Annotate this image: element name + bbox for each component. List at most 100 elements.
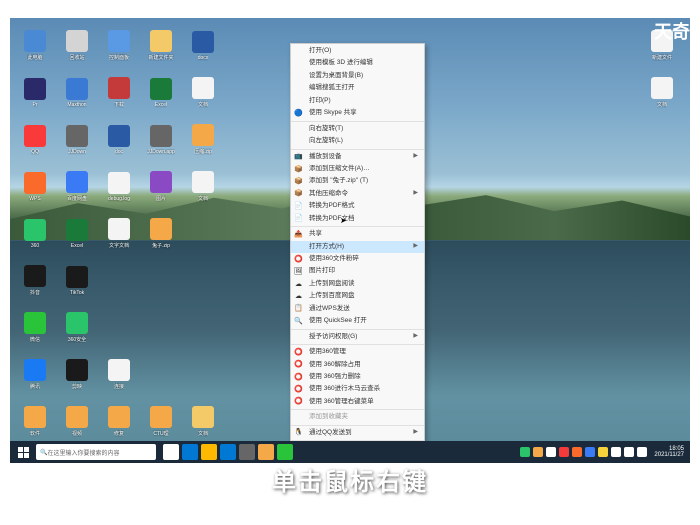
- desktop-icon[interactable]: [183, 258, 223, 303]
- taskbar-app[interactable]: [239, 444, 255, 460]
- desktop-icon[interactable]: 压缩.zip: [183, 117, 223, 162]
- menu-item[interactable]: 向右旋转(T): [291, 123, 424, 135]
- desktop-icon[interactable]: 360安全: [57, 305, 97, 350]
- tray-icon[interactable]: [585, 447, 595, 457]
- desktop-icon[interactable]: 文字文档: [99, 211, 139, 256]
- menu-item[interactable]: 🖼图片打印: [291, 265, 424, 277]
- desktop-icon[interactable]: 视频: [57, 399, 97, 444]
- menu-item[interactable]: 🐧通过QQ发送到▶: [291, 427, 424, 439]
- tray-icon[interactable]: [572, 447, 582, 457]
- taskbar-app[interactable]: [277, 444, 293, 460]
- desktop-icon[interactable]: QQ: [15, 117, 55, 162]
- desktop-icon[interactable]: doc: [99, 117, 139, 162]
- desktop-icon[interactable]: WPS: [15, 164, 55, 209]
- desktop-icon[interactable]: [141, 258, 181, 303]
- menu-item[interactable]: 📦添加到 "兔子.zip" (T): [291, 175, 424, 187]
- desktop-icon[interactable]: 文档: [183, 399, 223, 444]
- menu-item[interactable]: 📦其他压缩命令▶: [291, 188, 424, 200]
- desktop-icon[interactable]: Excel: [57, 211, 97, 256]
- desktop-icon[interactable]: 软件: [15, 399, 55, 444]
- menu-item[interactable]: 编辑搜狐王打开: [291, 82, 424, 94]
- desktop-icon[interactable]: 百度网盘: [57, 164, 97, 209]
- tray-icon[interactable]: [598, 447, 608, 457]
- tray-icon[interactable]: [637, 447, 647, 457]
- desktop-icon[interactable]: JJDown.app: [141, 117, 181, 162]
- app-icon: [24, 359, 46, 381]
- desktop-icon[interactable]: CTU理: [141, 399, 181, 444]
- menu-item[interactable]: 授予访问权限(G)▶: [291, 331, 424, 343]
- menu-item[interactable]: ⭕使用 360管理右键菜单: [291, 396, 424, 408]
- menu-item[interactable]: 使用模板 3D 进行编辑: [291, 57, 424, 69]
- search-input[interactable]: 🔍 在这里输入你要搜索的内容: [36, 444, 156, 460]
- menu-item[interactable]: 向左旋转(L): [291, 135, 424, 147]
- desktop-icon[interactable]: Maxthon: [57, 70, 97, 115]
- clock[interactable]: 18:052021/11/27: [654, 446, 684, 458]
- desktop-icon[interactable]: debug.log: [99, 164, 139, 209]
- desktop-icon[interactable]: JJDown: [57, 117, 97, 162]
- menu-item[interactable]: 🔵使用 Skype 共享: [291, 107, 424, 119]
- menu-item[interactable]: ⭕使用 360解除占用: [291, 359, 424, 371]
- desktop-icon[interactable]: Pr: [15, 70, 55, 115]
- menu-item[interactable]: 📄转换为PDF格式: [291, 200, 424, 212]
- menu-item[interactable]: 📦添加到压缩文件(A)…: [291, 163, 424, 175]
- desktop-icon[interactable]: 控制面板: [99, 23, 139, 68]
- tray-icon[interactable]: [624, 447, 634, 457]
- tray-icon[interactable]: [520, 447, 530, 457]
- desktop-icon[interactable]: 新建文件夹: [141, 23, 181, 68]
- menu-item[interactable]: ⭕使用360文件粉碎: [291, 253, 424, 265]
- desktop-icon[interactable]: [141, 305, 181, 350]
- menu-item[interactable]: ⭕使用 360强力删除: [291, 371, 424, 383]
- desktop-icon[interactable]: 图片: [141, 164, 181, 209]
- tray-icon[interactable]: [559, 447, 569, 457]
- desktop-icon[interactable]: 360: [15, 211, 55, 256]
- menu-item[interactable]: 设置为桌面背景(B): [291, 70, 424, 82]
- tray-icon[interactable]: [611, 447, 621, 457]
- taskbar-app[interactable]: [258, 444, 274, 460]
- tray-icon[interactable]: [533, 447, 543, 457]
- icon-label: Excel: [71, 243, 83, 249]
- taskbar-app[interactable]: [163, 444, 179, 460]
- menu-item[interactable]: 📋通过WPS发送: [291, 303, 424, 315]
- taskbar-app[interactable]: [220, 444, 236, 460]
- menu-item[interactable]: 🔍使用 QuickSee 打开: [291, 315, 424, 327]
- start-button[interactable]: [13, 443, 33, 461]
- desktop-icon[interactable]: 连接: [99, 352, 139, 397]
- menu-item[interactable]: 📺播放到设备▶: [291, 151, 424, 163]
- desktop-icon[interactable]: docx: [183, 23, 223, 68]
- menu-item[interactable]: 📄转换为PDF文档: [291, 213, 424, 225]
- desktop-icon[interactable]: 微信: [15, 305, 55, 350]
- desktop-icon[interactable]: [183, 305, 223, 350]
- desktop-icon[interactable]: 文档: [642, 70, 682, 115]
- menu-item[interactable]: ☁上传到百度网盘: [291, 290, 424, 302]
- search-placeholder: 在这里输入你要搜索的内容: [47, 448, 119, 457]
- menu-item[interactable]: 打印(P): [291, 95, 424, 107]
- desktop-icon[interactable]: 腾讯: [15, 352, 55, 397]
- desktop-icon[interactable]: 修复: [99, 399, 139, 444]
- desktop-icon[interactable]: 此电脑: [15, 23, 55, 68]
- menu-item[interactable]: ⭕使用 360进行木马云查杀: [291, 383, 424, 395]
- desktop-icon[interactable]: 剪映: [57, 352, 97, 397]
- desktop-icon[interactable]: 文档: [183, 70, 223, 115]
- desktop-icon[interactable]: [141, 352, 181, 397]
- menu-item[interactable]: 打开方式(H)▶: [291, 241, 424, 253]
- menu-item[interactable]: ⭕使用360管理: [291, 346, 424, 358]
- desktop-icon[interactable]: TikTok: [57, 258, 97, 303]
- desktop-icon[interactable]: 文档: [183, 164, 223, 209]
- desktop-icon[interactable]: [183, 211, 223, 256]
- desktop-icon[interactable]: [99, 305, 139, 350]
- menu-item[interactable]: 📤共享: [291, 228, 424, 240]
- desktop-icon[interactable]: [99, 258, 139, 303]
- menu-item-icon: 🔍: [294, 317, 303, 326]
- tray-icon[interactable]: [546, 447, 556, 457]
- desktop-icon[interactable]: 抖音: [15, 258, 55, 303]
- desktop-icon[interactable]: 回收站: [57, 23, 97, 68]
- icon-label: 文档: [198, 430, 208, 437]
- desktop-icon[interactable]: [183, 352, 223, 397]
- desktop-icon[interactable]: Excel: [141, 70, 181, 115]
- menu-item[interactable]: 打开(O): [291, 45, 424, 57]
- desktop-icon[interactable]: 下载: [99, 70, 139, 115]
- menu-item[interactable]: ☁上传到网盘阅读: [291, 278, 424, 290]
- taskbar-app[interactable]: [182, 444, 198, 460]
- desktop-icon[interactable]: 兔子.zip: [141, 211, 181, 256]
- taskbar-app[interactable]: [201, 444, 217, 460]
